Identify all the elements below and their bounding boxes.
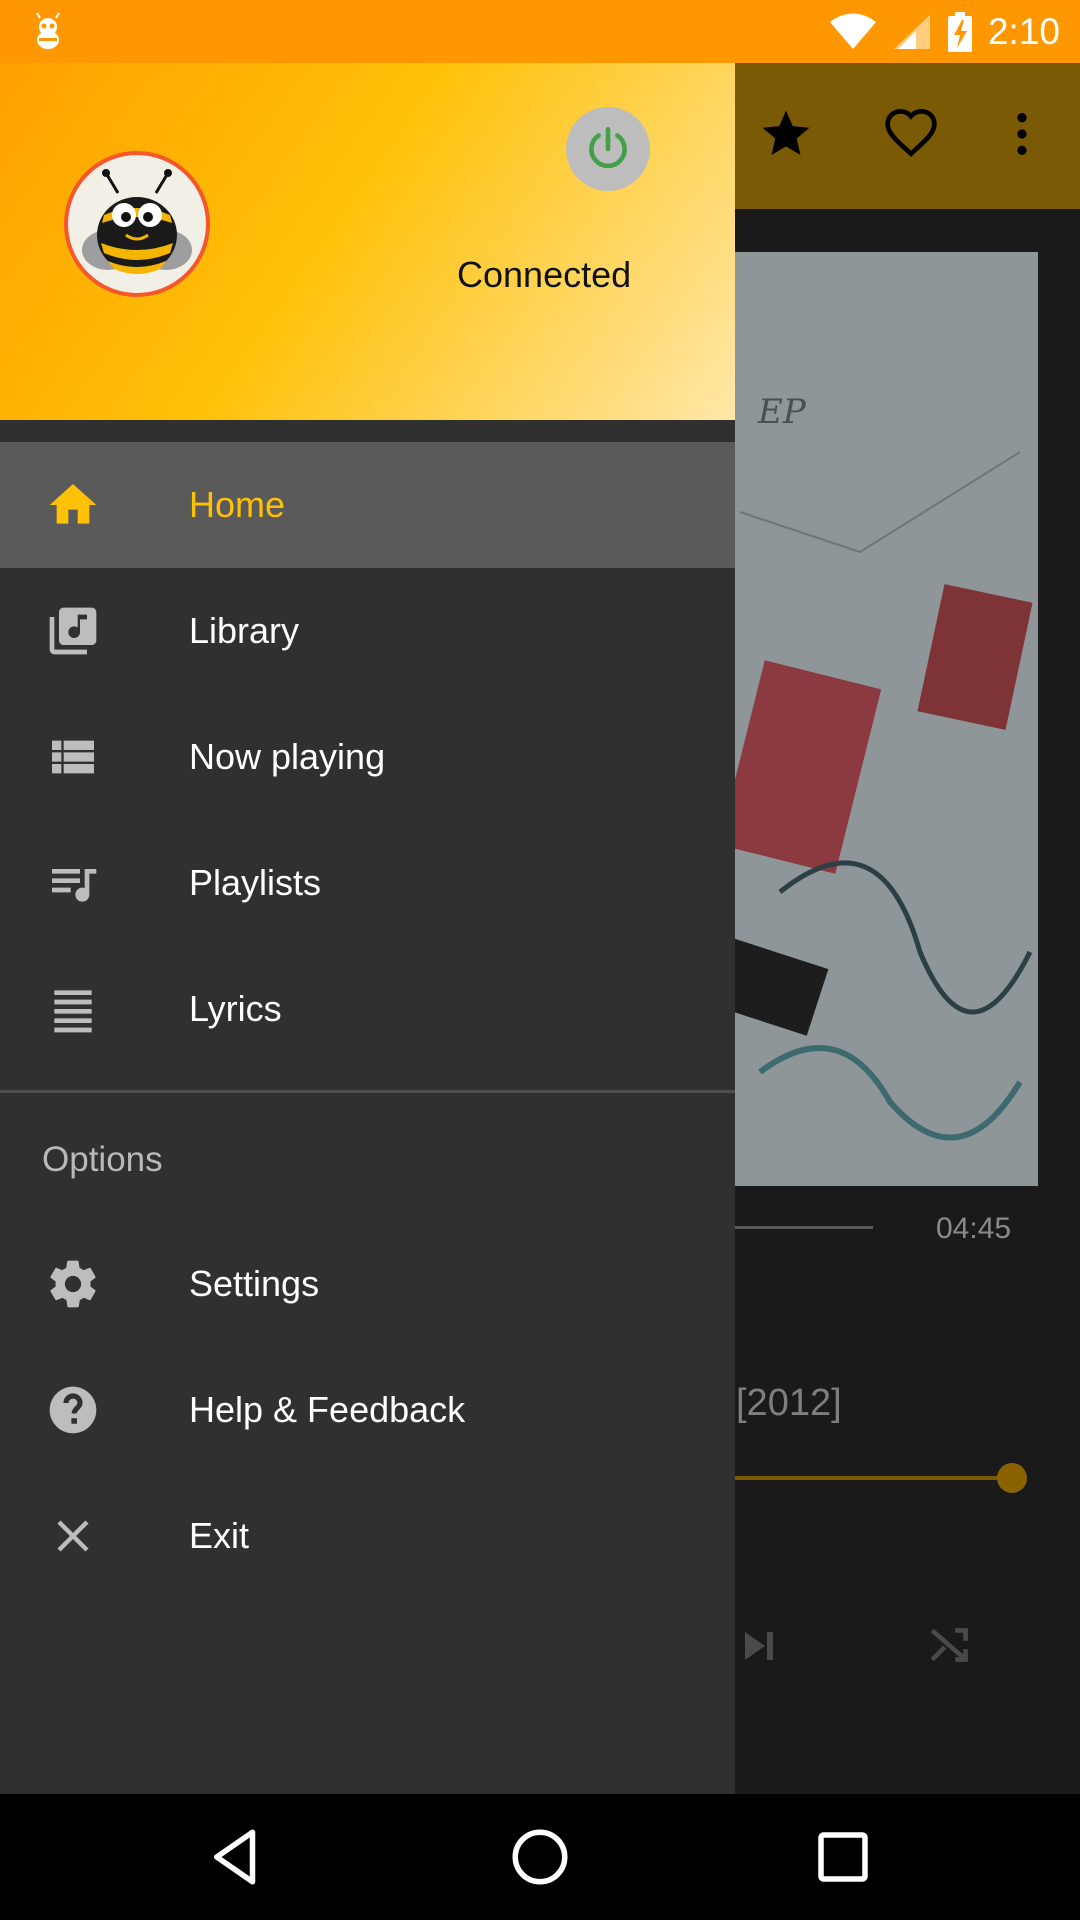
nav-item-now-playing[interactable]: Now playing — [0, 694, 735, 820]
volume-slider[interactable] — [700, 1476, 1012, 1480]
nav-item-label: Help & Feedback — [189, 1389, 466, 1430]
nav-item-help-feedback[interactable]: Help & Feedback — [0, 1347, 735, 1473]
volume-slider-thumb[interactable] — [997, 1463, 1027, 1493]
home-icon — [44, 476, 102, 534]
nav-item-settings[interactable]: Settings — [0, 1221, 735, 1347]
nav-item-label: Library — [189, 610, 300, 651]
nav-item-label: Now playing — [189, 736, 386, 777]
divider — [0, 1090, 735, 1093]
system-navigation-bar — [0, 1794, 1080, 1920]
nav-item-label: Settings — [189, 1263, 320, 1304]
nav-item-label: Playlists — [189, 862, 322, 903]
nav-item-playlists[interactable]: Playlists — [0, 820, 735, 946]
bee-mascot-avatar — [64, 151, 210, 297]
bee-notification-icon — [36, 12, 60, 49]
gear-icon — [44, 1255, 102, 1313]
nav-item-label: Lyrics — [189, 988, 282, 1029]
nav-item-exit[interactable]: Exit — [0, 1473, 735, 1599]
view-list-icon — [44, 728, 102, 786]
back-icon[interactable] — [203, 1824, 269, 1890]
nav-item-label: Home — [189, 484, 286, 525]
connection-status: Connected — [457, 254, 632, 295]
lyrics-icon — [44, 980, 102, 1038]
close-icon — [44, 1507, 102, 1565]
album-cover: EP — [720, 252, 1038, 1186]
drawer-header: Connected — [0, 63, 735, 420]
recents-icon[interactable] — [810, 1824, 876, 1890]
power-icon — [589, 126, 627, 169]
navigation-drawer: Connected Home Library Now playing Playl… — [0, 63, 735, 1794]
library-music-icon — [44, 602, 102, 660]
nav-item-lyrics[interactable]: Lyrics — [0, 946, 735, 1072]
skip-next-icon[interactable] — [735, 1622, 783, 1670]
heart-outline-icon[interactable] — [883, 106, 939, 162]
wifi-icon — [829, 13, 876, 49]
track-duration: 04:45 — [936, 1212, 1012, 1245]
help-icon — [44, 1381, 102, 1439]
more-vert-icon[interactable] — [994, 106, 1050, 162]
queue-music-icon — [44, 854, 102, 912]
options-section-title: Options — [42, 1140, 163, 1179]
nav-item-home[interactable]: Home — [0, 442, 735, 568]
album-year: [2012] — [736, 1382, 842, 1424]
nav-item-label: Exit — [189, 1515, 250, 1556]
home-circle-icon[interactable] — [507, 1824, 573, 1890]
shuffle-icon[interactable] — [926, 1620, 976, 1670]
signal-icon — [893, 15, 930, 49]
battery-charging-icon — [947, 12, 972, 52]
status-bar: 2:10 — [0, 0, 1080, 63]
star-icon[interactable] — [758, 106, 814, 162]
nav-item-library[interactable]: Library — [0, 568, 735, 694]
clock: 2:10 — [987, 11, 1060, 52]
power-button[interactable] — [566, 107, 650, 191]
